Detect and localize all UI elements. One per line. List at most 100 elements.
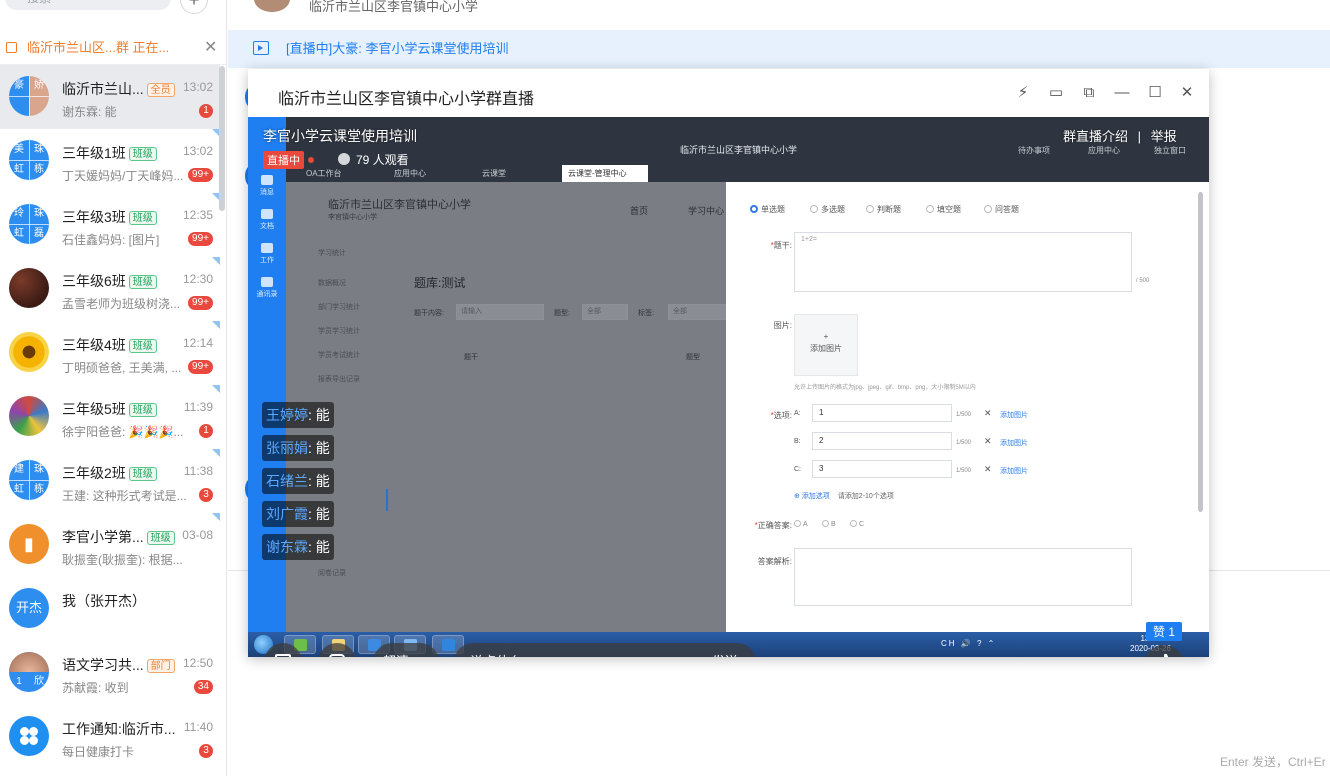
chat-list-item[interactable]: 开杰 我（张开杰） [0, 577, 220, 641]
report-link[interactable]: 举报 [1151, 129, 1177, 144]
screen-nav: 学习中心 [688, 206, 725, 216]
screen-filter-label: 题干内容: [414, 310, 444, 317]
chat-preview: 苏献霞: 收到 [62, 681, 129, 695]
screen-link: 应用中心 [1088, 146, 1120, 155]
chat-preview: 谢东霖: 能 [62, 105, 117, 119]
send-button[interactable]: 发送 [712, 643, 738, 657]
chat-tag: 班级 [128, 275, 157, 289]
live-video[interactable]: OA工作台 应用中心 云课堂 云课堂-管理中心 临沂市兰山区李官镇中心小学 待办… [248, 117, 1209, 657]
screen-scrollbar [1198, 192, 1203, 512]
maximize-button[interactable]: ☐ [1145, 83, 1165, 103]
screen-menu-item: 学习统计 [318, 250, 346, 257]
chat-time: 13:02 [182, 144, 213, 158]
screen-menu-item: 阅卷记录 [318, 570, 346, 577]
chat-time: 11:38 [183, 464, 213, 478]
chat-list-panel: 搜索 + 临沂市兰山区...群 正在... ✕ 豪娇临沂市兰山...全员 13:0… [0, 0, 227, 776]
screen-side-item: 工作 [248, 243, 286, 265]
screen-side-item: 文档 [248, 209, 286, 231]
chat-list-item[interactable]: 玲珠虹磊三年级3班 班级 12:35 石佳鑫妈妈: [图片] 99+ [0, 193, 220, 257]
chat-avatar: ▮ [9, 524, 49, 564]
chat-tag: 班级 [128, 403, 157, 417]
chat-time: 12:30 [182, 272, 213, 286]
chat-list-item[interactable]: 三年级5班 班级 11:39 徐宇阳爸爸: 🎉🎉🎉... 1 [0, 385, 220, 449]
unread-badge: 3 [199, 744, 213, 758]
list-icon [275, 654, 291, 657]
cast-icon[interactable]: ▭ [1046, 83, 1066, 103]
chat-title: 三年级5班 班级 [62, 399, 157, 419]
lightning-icon[interactable]: ⚡ [1013, 83, 1033, 103]
screen-link: 待办事项 [1018, 146, 1050, 155]
chat-list-scrollbar[interactable] [219, 66, 225, 211]
chat-list-item[interactable]: ▮ 李官小学第... 班级 03-08 耿振奎(耿振奎): 根据... [0, 513, 220, 577]
search-input[interactable]: 搜索 [5, 0, 171, 10]
screen-side-item: 消息 [248, 175, 286, 197]
screen-menu-item: 学员考试统计 [318, 352, 360, 359]
chat-list-item[interactable]: 三年级4班 班级 12:14 丁明硕爸爸, 王美满, ... 99+ [0, 321, 220, 385]
popout-icon[interactable]: ⧉ [1079, 83, 1099, 103]
close-button[interactable]: ✕ [1177, 83, 1197, 103]
stream-links: 群直播介绍 | 举报 [1063, 129, 1177, 144]
chat-avatar: 豪娇 [9, 76, 49, 116]
chat-time: 12:50 [182, 656, 213, 670]
rotate-icon [329, 654, 345, 657]
chat-avatar [9, 268, 49, 308]
chat-avatar: 玲珠虹磊 [9, 204, 49, 244]
viewer-count: 79 人观看 [338, 151, 409, 168]
chat-title: 工作通知:临沂市... [62, 721, 176, 737]
live-badge: 直播中 [263, 151, 304, 169]
chat-list-item[interactable]: 三年级6班 班级 12:30 孟雪老师为班级树浇... 99+ [0, 257, 220, 321]
unread-badge: 34 [193, 680, 213, 694]
chat-title: 我（张开杰） [62, 593, 146, 609]
chat-time: 03-08 [182, 528, 213, 542]
chat-list-item[interactable]: 建珠虹栋三年级2班 班级 11:38 王建: 这种形式考试是... 3 [0, 449, 220, 513]
danmu-message: 张丽娟: 能 [262, 435, 334, 461]
group-avatar [254, 0, 290, 12]
unread-badge: 99+ [188, 168, 213, 182]
screen-nav: 首页 [630, 206, 649, 216]
pinned-corner-icon [212, 513, 220, 521]
danmu-message: 石绪兰: 能 [262, 468, 334, 494]
chat-list-item[interactable]: 美珠虹栋三年级1班 班级 13:02 丁天媛妈妈/丁天峰妈... 99+ [0, 129, 220, 193]
live-status-text: 临沂市兰山区...群 正在... [27, 40, 170, 55]
chat-title: 语文学习共... 部门 [62, 655, 175, 675]
screen-org-name: 临沂市兰山区李官镇中心小学 [680, 145, 798, 155]
unread-badge: 1 [199, 104, 213, 118]
add-button[interactable]: + [180, 0, 208, 14]
screen-menu-item: 部门学习统计 [318, 304, 360, 311]
live-notice-banner[interactable]: [直播中]大豪: 李官小学云课堂使用培训 [228, 30, 1330, 68]
chat-avatar: 开杰 [9, 588, 49, 628]
pinned-corner-icon [212, 385, 220, 393]
live-status-bar[interactable]: 临沂市兰山区...群 正在... ✕ [0, 30, 226, 65]
chat-list-item[interactable]: 工作通知:临沂市... 11:40 每日健康打卡 3 [0, 705, 220, 769]
close-icon[interactable]: ✕ [204, 30, 217, 65]
screen-col-type: 题型 [686, 354, 700, 361]
chat-avatar [9, 396, 49, 436]
screen-selection [386, 489, 388, 511]
chat-title: 李官小学第... 班级 [62, 527, 175, 547]
screen-filter-tag: 全部 [668, 304, 726, 320]
chat-time: 13:02 [182, 80, 213, 94]
minimize-button[interactable]: — [1112, 83, 1132, 103]
live-chat-input[interactable]: 说点什么... 发送 [454, 643, 756, 657]
chat-preview: 耿振奎(耿振奎): 根据... [62, 553, 183, 567]
chat-tag: 班级 [128, 339, 157, 353]
chat-avatar: 建珠虹栋 [9, 460, 49, 500]
shared-screen-question-form: 单选题 多选题 判断题 填空题 问答题 *题干: 1+2= / 500 图片: … [726, 182, 1209, 632]
live-intro-link[interactable]: 群直播介绍 [1063, 129, 1128, 144]
chat-list-item[interactable]: 1 欣语文学习共... 部门 12:50 苏献霞: 收到 34 [0, 641, 220, 705]
chat-list-item[interactable]: 豪娇临沂市兰山... 全员 13:02 谢东霖: 能 1 [0, 65, 220, 129]
live-play-icon [253, 41, 269, 55]
app-window: 搜索 + 临沂市兰山区...群 正在... ✕ 豪娇临沂市兰山...全员 13:0… [0, 0, 1330, 776]
live-icon [6, 42, 17, 53]
chat-avatar [9, 716, 49, 756]
screen-tray: CH 🔊 ? ⌃ [941, 639, 997, 648]
chat-avatar [9, 332, 49, 372]
live-dot [308, 157, 314, 163]
chat-tag: 部门 [146, 659, 175, 673]
chat-preview: 王建: 这种形式考试是... [62, 489, 187, 503]
shared-screen-sidebar: 消息 文档 工作 通讯录 [248, 117, 286, 657]
danmu-message: 王婷婷: 能 [262, 402, 334, 428]
chat-preview: 每日健康打卡 [62, 745, 135, 759]
screen-menu-item: 数据概况 [318, 280, 346, 287]
quality-select[interactable]: 超清 [373, 643, 439, 657]
